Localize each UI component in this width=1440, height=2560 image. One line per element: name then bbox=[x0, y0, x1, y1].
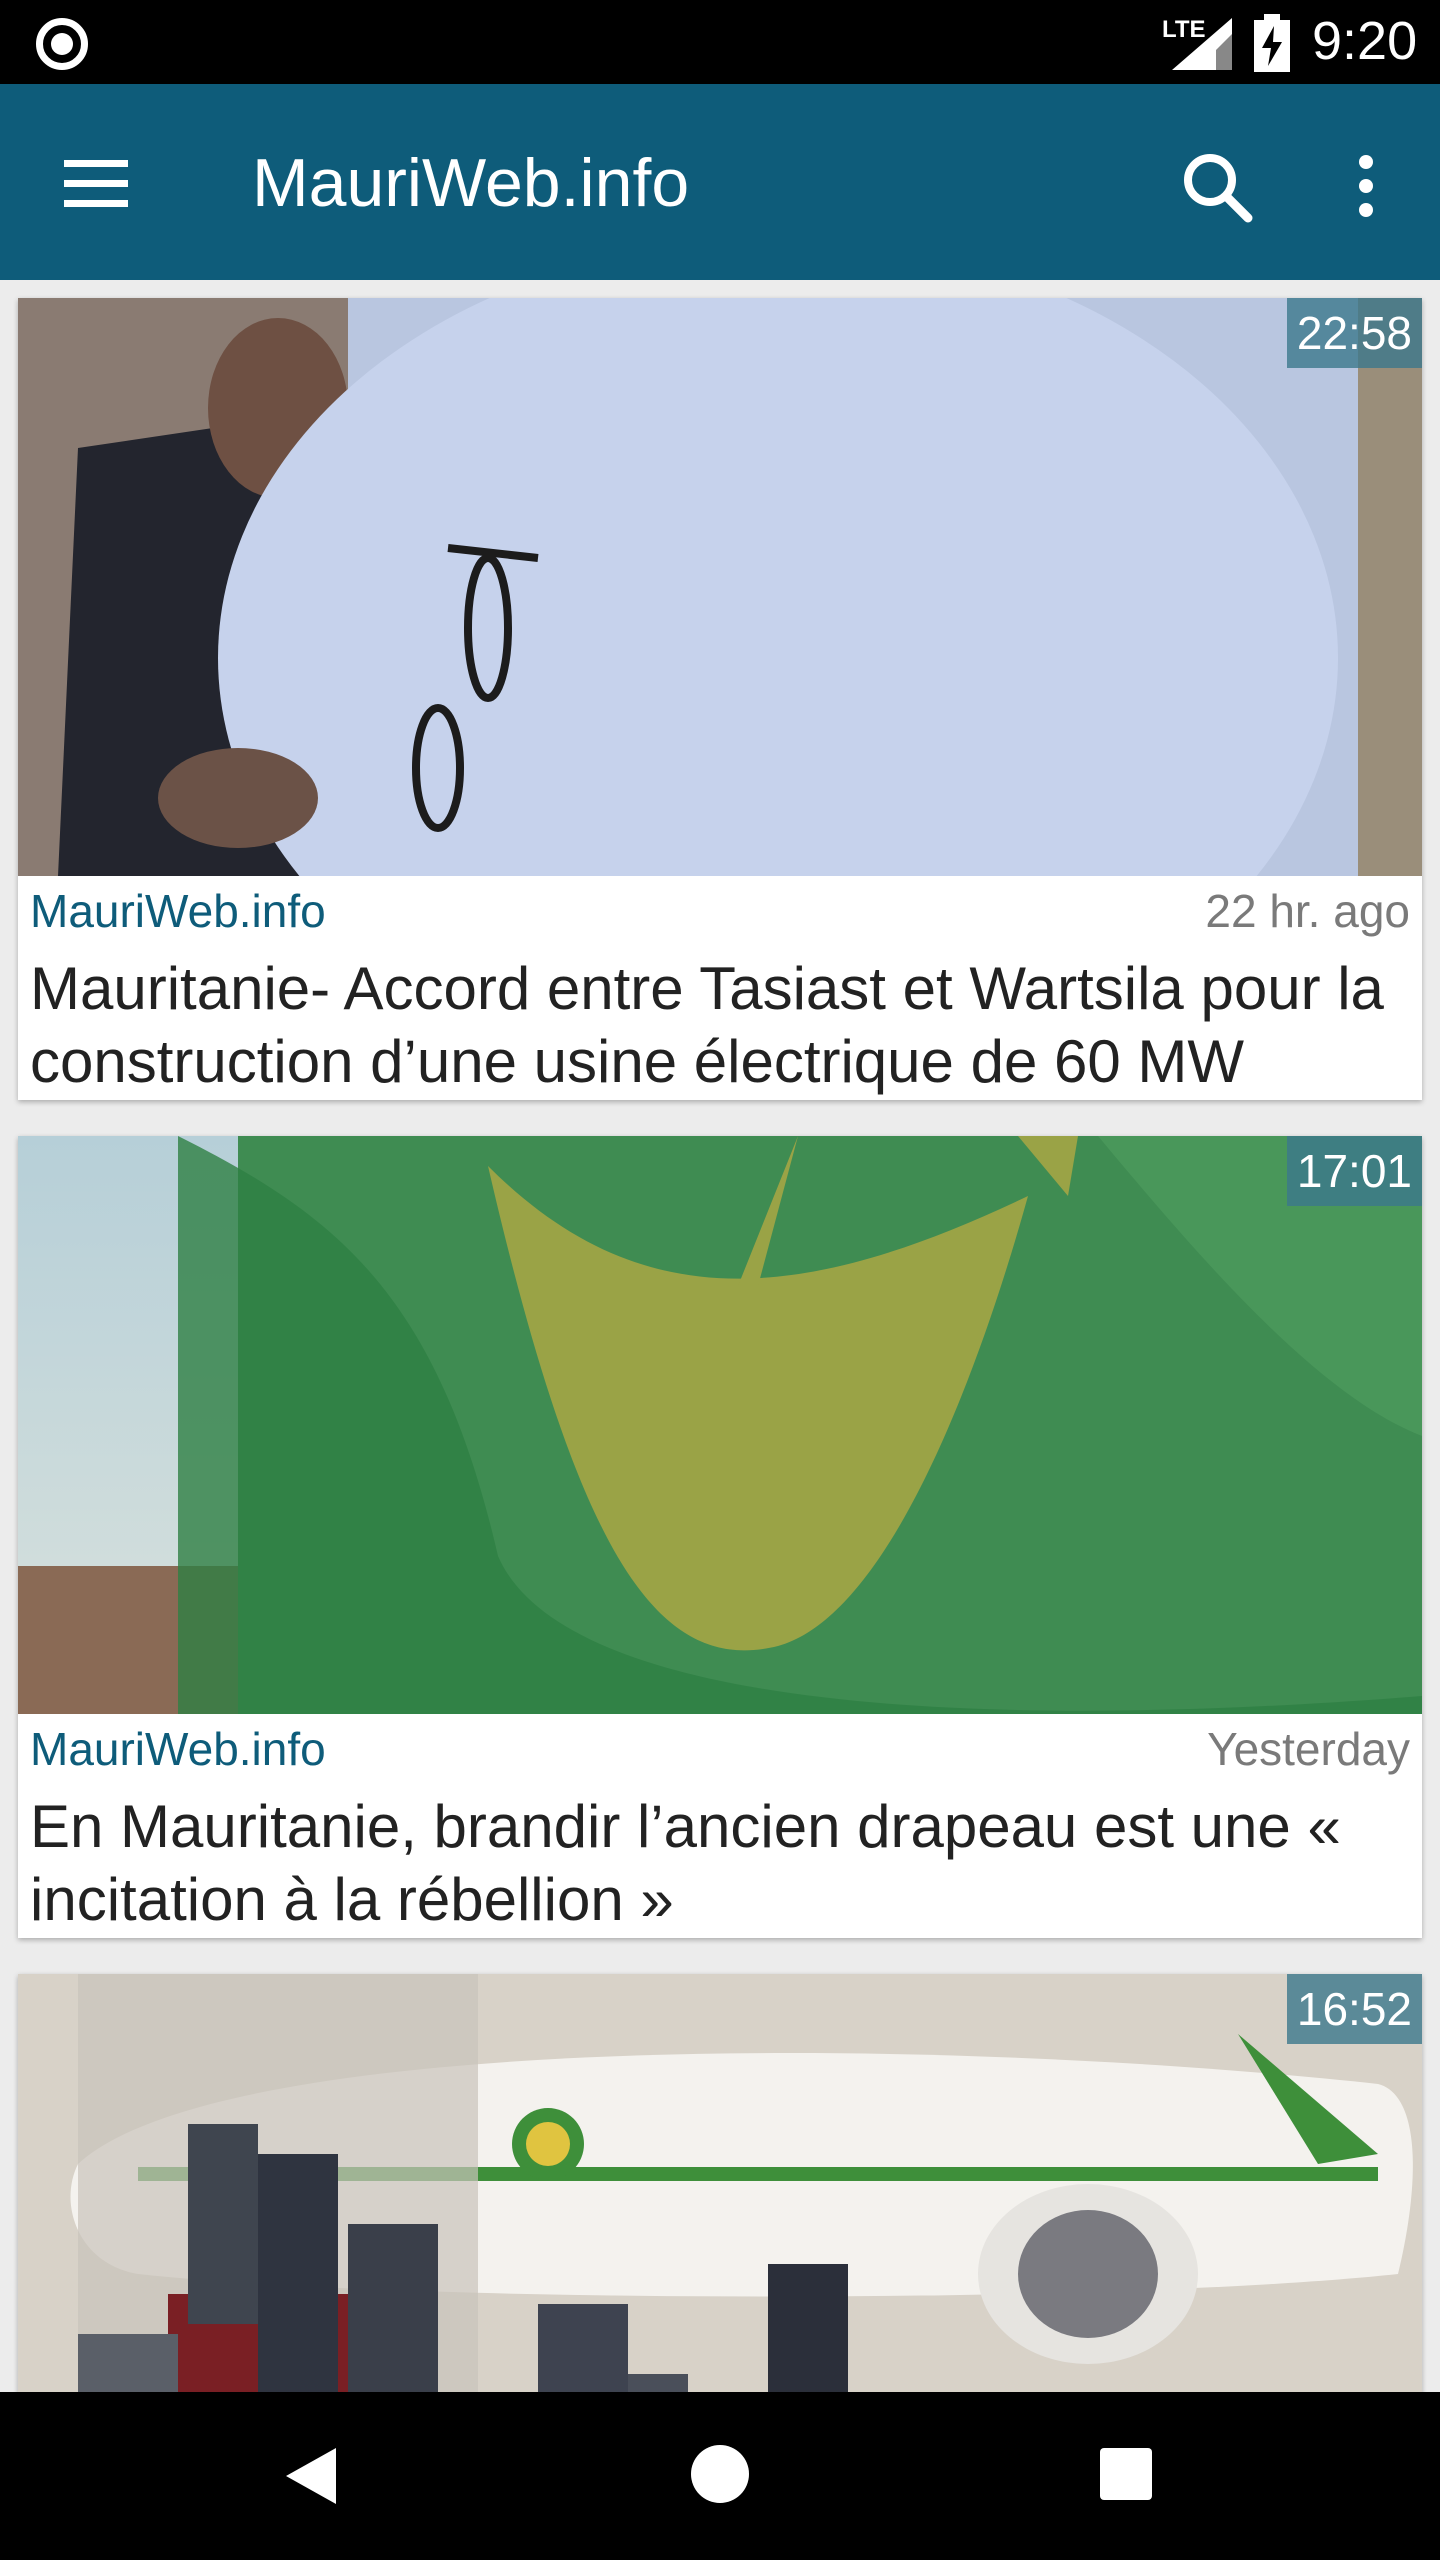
more-vert-icon[interactable] bbox=[1336, 146, 1396, 226]
signal-icon bbox=[1172, 18, 1232, 70]
timestamp-badge: 16:52 bbox=[1286, 1974, 1422, 2044]
timestamp-badge: 22:58 bbox=[1286, 298, 1422, 368]
article-age: 22 hr. ago bbox=[1205, 885, 1410, 937]
back-icon[interactable] bbox=[280, 2444, 344, 2508]
article-headline[interactable]: Mauritanie- Accord entre Tasiast et Wart… bbox=[30, 952, 1410, 1098]
app-bar: MauriWeb.info bbox=[0, 84, 1440, 280]
screen-record-icon bbox=[36, 18, 88, 70]
hamburger-icon[interactable] bbox=[56, 154, 136, 214]
battery-charging-icon bbox=[1254, 14, 1290, 72]
search-icon[interactable] bbox=[1172, 146, 1262, 226]
app-title: MauriWeb.info bbox=[252, 145, 690, 221]
article-card[interactable]: 17:01 MauriWeb.info Yesterday En Maurita… bbox=[18, 1136, 1422, 1938]
article-image[interactable] bbox=[18, 298, 1422, 876]
article-card[interactable]: 22:58 MauriWeb.info 22 hr. ago Mauritani… bbox=[18, 298, 1422, 1100]
timestamp-badge: 17:01 bbox=[1286, 1136, 1422, 1206]
article-source-link[interactable]: MauriWeb.info bbox=[30, 1722, 326, 1776]
system-nav-bar bbox=[0, 2392, 1440, 2560]
article-image[interactable] bbox=[18, 1136, 1422, 1714]
clock: 9:20 bbox=[1312, 11, 1418, 71]
home-icon[interactable] bbox=[690, 2444, 750, 2504]
status-bar: LTE 9:20 bbox=[0, 0, 1440, 84]
recents-icon[interactable] bbox=[1098, 2446, 1154, 2502]
news-feed[interactable]: 22:58 MauriWeb.info 22 hr. ago Mauritani… bbox=[0, 280, 1440, 2392]
article-image[interactable] bbox=[18, 1974, 1422, 2392]
article-card[interactable]: 16:52 bbox=[18, 1974, 1422, 2392]
article-age: Yesterday bbox=[1207, 1723, 1410, 1775]
article-headline[interactable]: En Mauritanie, brandir l’ancien drapeau … bbox=[30, 1790, 1410, 1936]
article-source-link[interactable]: MauriWeb.info bbox=[30, 884, 326, 938]
